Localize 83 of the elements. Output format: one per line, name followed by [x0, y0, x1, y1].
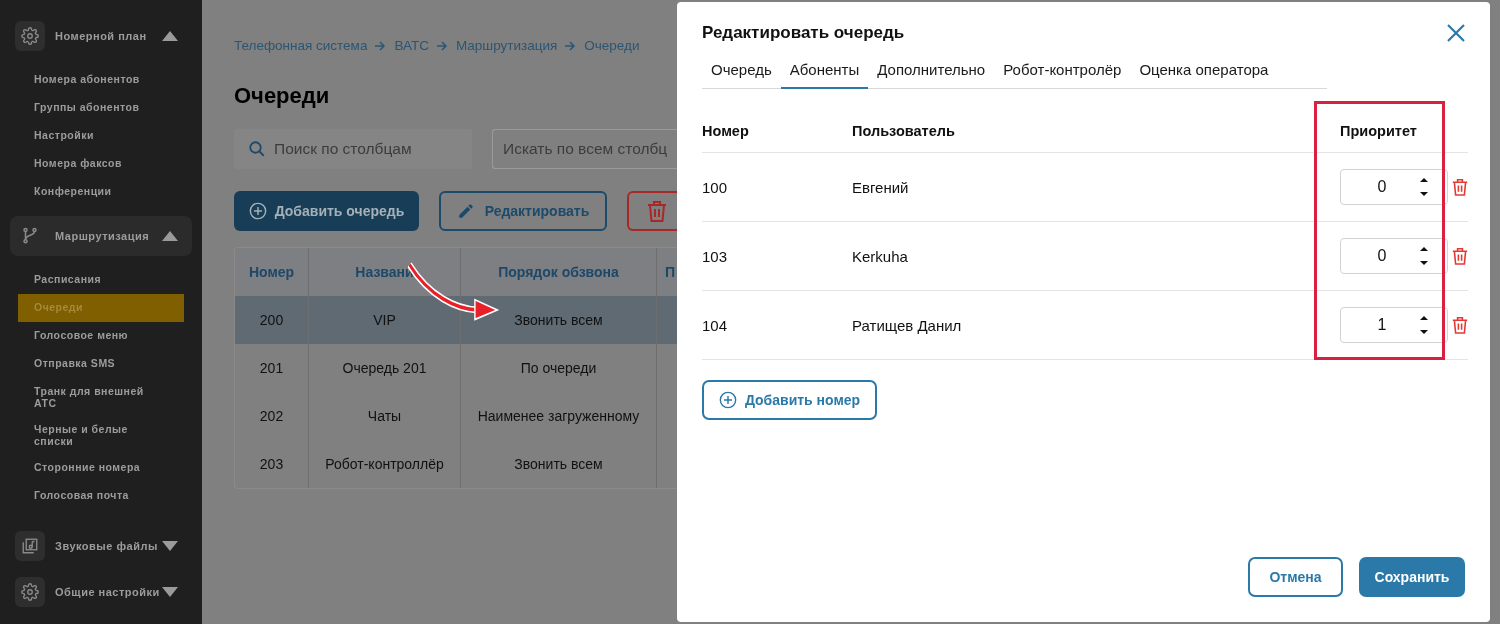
nav-item[interactable]: Голосовое меню: [18, 322, 184, 350]
table-cell: Робот-контроллёр: [308, 440, 460, 488]
stepper-arrows-icon[interactable]: [1419, 176, 1429, 198]
column-header: Номер: [702, 122, 750, 139]
trash-icon: [647, 200, 667, 222]
cancel-button[interactable]: Отмена: [1248, 557, 1343, 597]
chevron-right-icon: [436, 40, 448, 51]
delete-row-button[interactable]: [1452, 176, 1468, 198]
dialog-title: Редактировать очередь: [702, 23, 905, 43]
dialog-tab[interactable]: Дополнительно: [868, 56, 995, 89]
collapse-caret-icon[interactable]: [162, 231, 178, 241]
close-icon: [1445, 22, 1467, 44]
chevron-right-icon: [565, 40, 577, 51]
delete-row-button[interactable]: [1452, 314, 1468, 336]
dialog-tab[interactable]: Очередь: [702, 56, 781, 89]
expand-caret-icon[interactable]: [162, 587, 178, 597]
table-cell-text: Ратищев Данил: [852, 316, 963, 334]
gear-icon: [21, 27, 39, 45]
nav-group-label: Маршрутизация: [55, 230, 151, 242]
dialog-tab[interactable]: Абоненты: [780, 56, 869, 89]
table-cell-text: 201: [258, 359, 285, 378]
nav-item[interactable]: Конференции: [18, 178, 184, 206]
nav-group[interactable]: Звуковые файлы: [15, 526, 192, 566]
table-cell: Звонить всем: [460, 440, 656, 488]
nav-group-label: Звуковые файлы: [55, 540, 159, 552]
nav-group[interactable]: Общие настройки: [15, 572, 192, 612]
search-icon: [248, 140, 266, 158]
close-button[interactable]: [1445, 22, 1467, 44]
trash-icon: [1452, 176, 1468, 198]
column-header: Приоритет: [1339, 122, 1418, 139]
table-cell: VIP: [308, 296, 460, 344]
table-cell-text: 202: [258, 407, 285, 426]
dialog-tab[interactable]: Оценка оператора: [1130, 56, 1278, 89]
nav-item[interactable]: Транк для внешней АТС: [18, 378, 184, 416]
pencil-icon: [456, 202, 475, 220]
delete-row-button[interactable]: [1452, 245, 1468, 267]
nav-group[interactable]: Номерной план: [15, 16, 192, 56]
table-cell: Наименее загруженному: [460, 392, 656, 440]
table-cell: Чаты: [308, 392, 460, 440]
nav-group-label: Общие настройки: [55, 586, 161, 598]
trash-icon: [1452, 314, 1468, 336]
add-queue-button[interactable]: Добавить очередь: [234, 191, 419, 231]
branch-icon: [21, 227, 39, 245]
page-title: Очереди: [234, 83, 331, 109]
gear-icon: [21, 583, 39, 601]
nav-group[interactable]: Маршрутизация: [10, 216, 192, 256]
save-button[interactable]: Сохранить: [1359, 557, 1465, 597]
stepper-arrows-icon[interactable]: [1419, 314, 1429, 336]
table-row[interactable]: 200 VIP Звонить всем: [235, 296, 677, 344]
priority-field[interactable]: 0: [1340, 169, 1448, 205]
table-cell-text: 104: [702, 316, 729, 334]
table-cell: Очередь 201: [308, 344, 460, 392]
plus-circle-icon: [718, 391, 737, 409]
nav-item[interactable]: Черные и белые списки: [18, 416, 184, 454]
nav-item[interactable]: Расписания: [18, 266, 184, 294]
table-cell: По очереди: [460, 344, 656, 392]
nav-item[interactable]: Номера абонентов: [18, 66, 184, 94]
plus-circle-icon: [248, 202, 267, 220]
nav-item[interactable]: Группы абонентов: [18, 94, 184, 122]
chevron-right-icon: [375, 40, 387, 51]
table-cell-text: 203: [258, 455, 285, 474]
trash-icon: [1452, 245, 1468, 267]
music-library-icon: [21, 537, 39, 555]
priority-field[interactable]: 1: [1340, 307, 1448, 343]
nav-item[interactable]: Номера факсов: [18, 150, 184, 178]
expand-caret-icon[interactable]: [162, 541, 178, 551]
nav-group-label: Номерной план: [55, 30, 148, 42]
stepper-arrows-icon[interactable]: [1419, 245, 1429, 267]
nav-item[interactable]: Настройки: [18, 122, 184, 150]
table-cell-text: 200: [258, 311, 285, 330]
nav-item[interactable]: Отправка SMS: [18, 350, 184, 378]
table-cell-text: Kerkuha: [852, 247, 909, 265]
nav-item[interactable]: Голосовая почта: [18, 482, 184, 510]
column-search-field[interactable]: Поиск по столбцам: [234, 129, 472, 169]
collapse-caret-icon[interactable]: [162, 31, 178, 41]
column-header: Пользователь: [852, 122, 956, 139]
table-cell-text: Евгений: [852, 178, 910, 196]
table-cell-text: 100: [702, 178, 729, 196]
table-cell-text: 103: [702, 247, 729, 265]
nav-item[interactable]: Сторонние номера: [18, 454, 184, 482]
add-number-button[interactable]: Добавить номер: [702, 380, 877, 420]
dialog-tab[interactable]: Робот-контролёр: [994, 56, 1131, 89]
priority-field[interactable]: 0: [1340, 238, 1448, 274]
